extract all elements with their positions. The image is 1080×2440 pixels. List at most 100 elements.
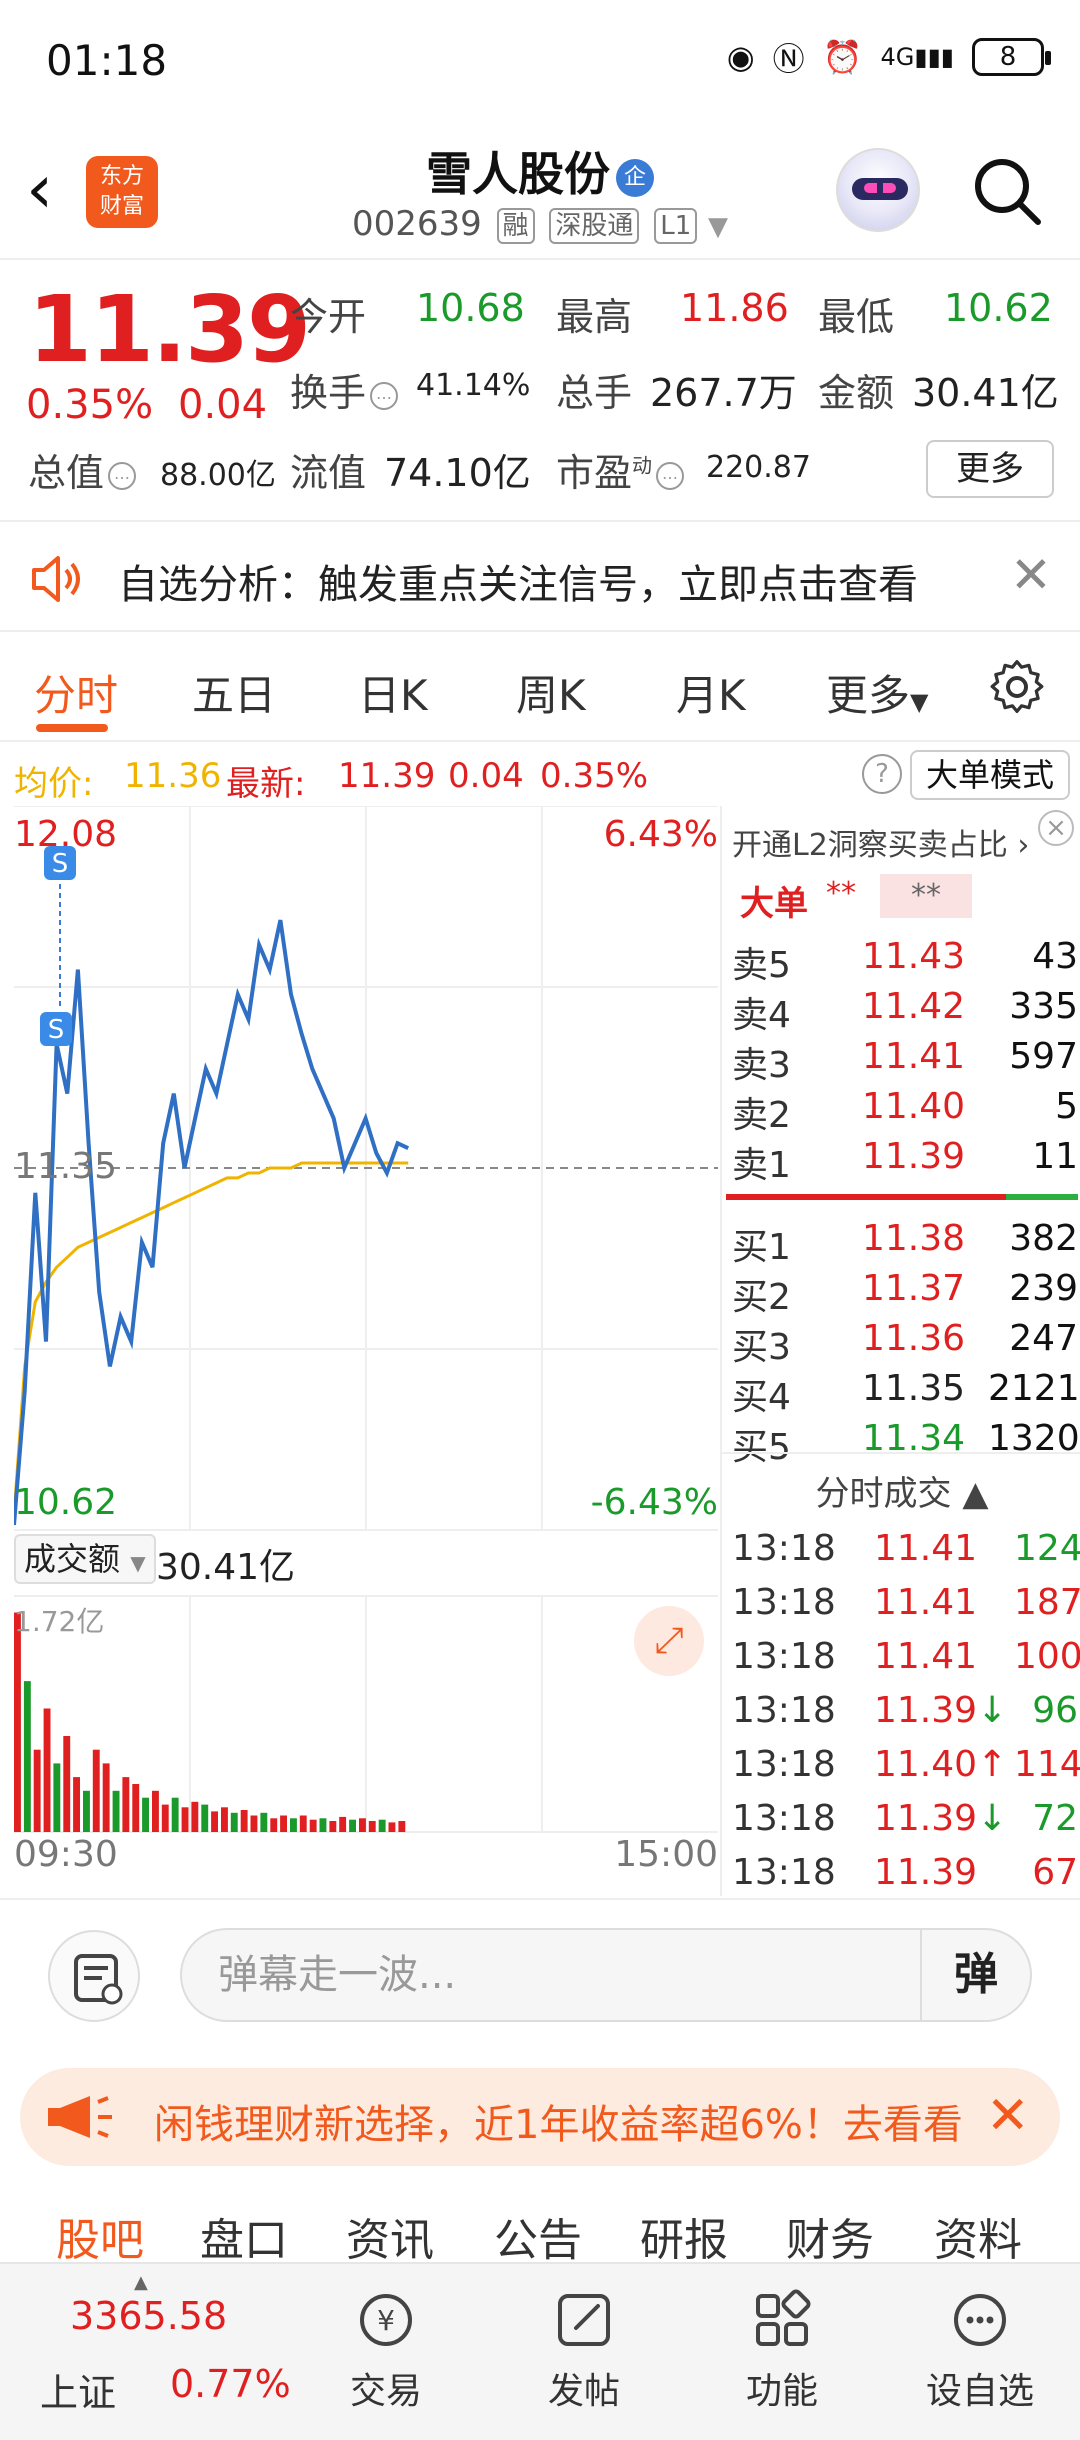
nav-functions[interactable]: 功能 (692, 2264, 872, 2440)
tab-finance[interactable]: 财务 (786, 2204, 874, 2268)
open-value: 10.68 (416, 286, 525, 330)
book-divider-green (1006, 1194, 1078, 1200)
danmu-toggle-button[interactable]: 弹 (920, 1930, 1030, 2020)
nav-trade[interactable]: ¥ 交易 (296, 2264, 476, 2440)
alarm-icon: ⏰ (822, 38, 863, 76)
sell-volume: 335 (1009, 986, 1078, 1027)
tick-price-value: 11.39 (874, 1798, 978, 1839)
tab-research[interactable]: 研报 (640, 2204, 728, 2268)
nav-add-watchlist-label: 设自选 (925, 2371, 1034, 2412)
tab-daily-k[interactable]: 日K (358, 662, 428, 723)
tab-more[interactable]: 更多▼ (826, 662, 928, 723)
turnover-value: 41.14% (416, 368, 531, 403)
tab-weekly-k[interactable]: 周K (516, 662, 586, 723)
pct-top-label: 6.43% (603, 814, 718, 855)
buy-label: 买1 (732, 1227, 791, 1268)
avg-price-row: 均价: 11.36 最新: 11.39 0.04 0.35% ? 大单模式 (0, 744, 1080, 804)
buy-row[interactable]: 买5 11.34 1320 (732, 1418, 1080, 1468)
chevron-down-icon[interactable]: ▼ (708, 212, 728, 242)
sell-row[interactable]: 卖5 11.43 43 (732, 936, 1078, 986)
volume-bar (63, 1736, 71, 1832)
big-order-stars-box: ** (880, 874, 972, 918)
ticks-divider (722, 1452, 1080, 1454)
turnover-label[interactable]: 换手… (290, 362, 402, 417)
section-tabs: 股吧 盘口 资讯 公告 研报 财务 资料 (0, 2190, 1080, 2266)
sell-price: 11.42 (862, 986, 966, 1027)
index-ticker[interactable]: ▲ 3365.58 上证 0.77% (0, 2264, 300, 2440)
help-icon[interactable]: ? (862, 754, 902, 794)
buy-row[interactable]: 买3 11.36 247 (732, 1318, 1078, 1368)
change-percent: 0.35% (26, 382, 154, 428)
mktcap-label[interactable]: 总值… (28, 442, 140, 497)
tab-announcements[interactable]: 公告 (494, 2204, 582, 2268)
y-bottom-label: 10.62 (14, 1482, 118, 1523)
sell-price: 11.43 (862, 936, 966, 977)
buy-row[interactable]: 买2 11.37 239 (732, 1268, 1078, 1318)
tick-volume: 187 (1014, 1582, 1080, 1623)
tab-handicap[interactable]: 盘口 (200, 2204, 288, 2268)
tab-five-day[interactable]: 五日 (192, 662, 276, 723)
tab-forum[interactable]: 股吧 (56, 2204, 144, 2268)
stock-code-row[interactable]: 002639 融 深股通 L1 ▼ (0, 204, 1080, 244)
bottom-nav: ▲ 3365.58 上证 0.77% ¥ 交易 发帖 功能 设自选 (0, 2262, 1080, 2440)
current-price: 11.39 (28, 276, 311, 383)
volume-bar (152, 1790, 159, 1832)
tab-news[interactable]: 资讯 (346, 2204, 434, 2268)
ad-banner[interactable]: 闲钱理财新选择，近1年收益率超6%！去看看 ✕ (20, 2068, 1060, 2166)
nav-post-label: 发帖 (547, 2371, 620, 2412)
tab-monthly-k[interactable]: 月K (676, 662, 746, 723)
ticks-header[interactable]: 分时成交 ▲ (722, 1466, 1080, 1515)
latest-value: 11.39 (338, 756, 436, 796)
search-icon[interactable] (972, 156, 1042, 226)
sell-row[interactable]: 卖2 11.40 5 (732, 1086, 1078, 1136)
buy-label: 买5 (732, 1427, 791, 1468)
buy-row[interactable]: 买4 11.35 2121 (732, 1368, 1080, 1418)
tab-profile[interactable]: 资料 (934, 2204, 1022, 2268)
tick-time: 13:18 (732, 1798, 836, 1839)
stock-header: ‹ 东方 财富 雪人股份企 002639 融 深股通 L1 ▼ (0, 120, 1080, 260)
more-button[interactable]: 更多 (926, 440, 1054, 498)
tick-price-value: 11.41 (874, 1582, 978, 1623)
tick-row: 13:18 11.39↓ 72 (732, 1798, 1078, 1850)
nav-add-watchlist[interactable]: 设自选 (890, 2264, 1070, 2440)
avg-line (14, 1161, 409, 1516)
index-name: 上证 (40, 2371, 117, 2415)
pe-label[interactable]: 市盈动… (556, 442, 688, 497)
tick-price-value: 11.41 (874, 1636, 978, 1677)
tick-row: 13:18 11.39↓ 96 (732, 1690, 1078, 1742)
pe-sup: 动 (632, 453, 653, 478)
tick-row: 13:18 11.40↑ 114 (732, 1744, 1080, 1796)
comment-settings-icon[interactable] (48, 1930, 140, 2022)
sell-row[interactable]: 卖1 11.39 11 (732, 1136, 1078, 1186)
float-value: 74.10亿 (384, 451, 531, 495)
sell-label: 卖3 (732, 1045, 791, 1086)
nav-trade-label: 交易 (349, 2371, 422, 2412)
expand-icon[interactable]: ⤢ (634, 1606, 704, 1676)
buy-row[interactable]: 买1 11.38 382 (732, 1218, 1078, 1268)
nav-post[interactable]: 发帖 (494, 2264, 674, 2440)
sell-row[interactable]: 卖4 11.42 335 (732, 986, 1078, 1036)
gear-icon[interactable] (988, 658, 1046, 716)
sell-price: 11.40 (862, 1086, 966, 1127)
sell-price: 11.39 (862, 1136, 966, 1177)
danmu-input[interactable]: 弹幕走一波... (180, 1928, 1032, 2022)
volume-bar (260, 1812, 268, 1832)
ad-text: 闲钱理财新选择，近1年收益率超6%！去看看 (154, 2102, 963, 2148)
caret-down-icon: ▼ (130, 1551, 146, 1575)
tick-price-value: 11.39 (874, 1690, 978, 1731)
buy-label: 买2 (732, 1277, 791, 1318)
l2-promo-link[interactable]: 开通L2洞察买卖占比 › (732, 820, 1029, 864)
assistant-robot-icon[interactable] (836, 148, 920, 232)
intraday-chart[interactable]: S S 12.08 6.43% 11.35 10.62 -6.43% 成交额 ▼… (14, 806, 718, 1896)
close-icon[interactable]: × (1038, 810, 1074, 846)
close-icon[interactable]: ✕ (986, 2086, 1030, 2146)
big-order-mode-button[interactable]: 大单模式 (910, 750, 1070, 800)
order-book: 开通L2洞察买卖占比 › × 大单 ** ** 卖5 11.43 43 卖4 11.4… (720, 806, 1080, 1896)
tab-intraday[interactable]: 分时 (34, 662, 118, 723)
close-icon[interactable]: ✕ (1010, 546, 1052, 604)
tick-time: 13:18 (732, 1744, 836, 1785)
volume-type-select[interactable]: 成交额 ▼ (14, 1534, 156, 1584)
big-order-label: 大单 (740, 884, 808, 924)
notice-bar[interactable]: 自选分析：触发重点关注信号，立即点击查看 ✕ (0, 524, 1080, 632)
sell-row[interactable]: 卖3 11.41 597 (732, 1036, 1078, 1086)
